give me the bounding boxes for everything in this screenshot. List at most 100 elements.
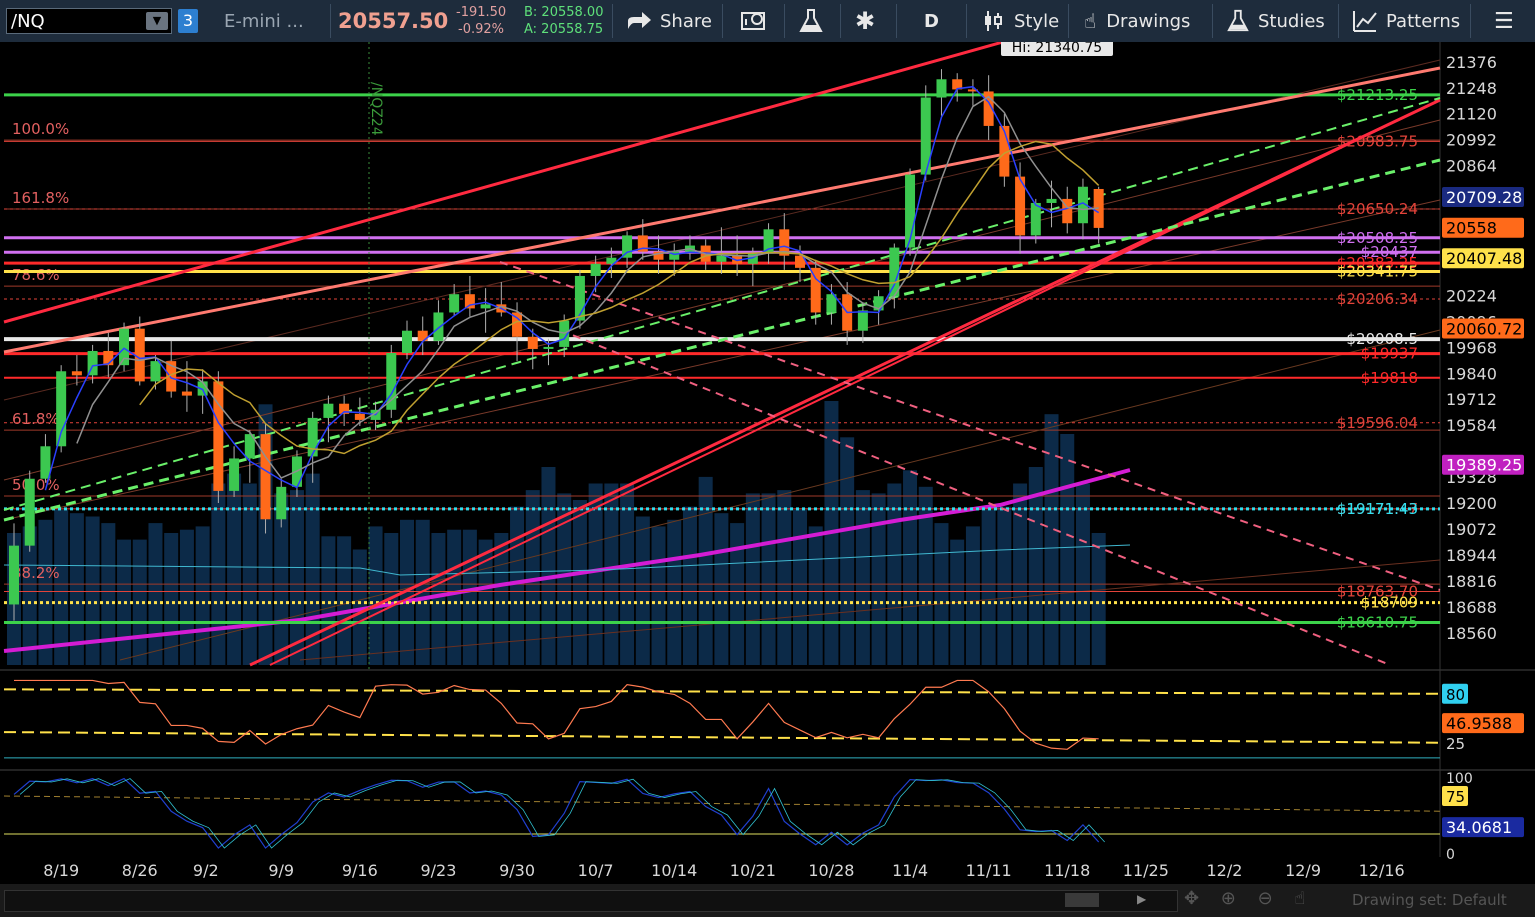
- candle-body: [810, 267, 821, 313]
- volume-bar: [604, 483, 619, 665]
- volume-bar: [242, 483, 257, 665]
- volume-bar: [101, 523, 116, 665]
- candle-body: [1046, 198, 1057, 203]
- candle-body: [433, 312, 444, 341]
- candle-body: [323, 403, 334, 418]
- volume-bar: [635, 516, 650, 665]
- share-label: Share: [660, 10, 712, 32]
- date-tick-label: 9/23: [420, 861, 456, 880]
- price-level-label: $19937: [1361, 345, 1418, 363]
- candle-body: [857, 310, 868, 331]
- status-bar: ▶ ✥ ⊕ ⊖ ☝ Drawing set: Default: [0, 884, 1535, 917]
- price-tick-label: 21248: [1446, 79, 1497, 98]
- volume-bar: [667, 519, 682, 665]
- price-tick-label: 18816: [1446, 572, 1497, 591]
- drawings-button[interactable]: ☝ Drawings: [1084, 0, 1190, 42]
- patterns-label: Patterns: [1386, 10, 1461, 32]
- studies-button[interactable]: Studies: [1226, 0, 1325, 42]
- volume-bar: [997, 506, 1012, 665]
- candle-body: [134, 328, 145, 382]
- flask-icon: [799, 9, 823, 32]
- zoom-tools-icon[interactable]: ✥ ⊕ ⊖ ☝: [1184, 888, 1313, 909]
- candle-body: [590, 263, 601, 276]
- date-tick-label: 11/25: [1123, 861, 1169, 880]
- volume-bar: [761, 493, 776, 665]
- date-tick-label: 9/9: [268, 861, 294, 880]
- chart-area[interactable]: 100.0% 161.8% 78.6% 61.8% 50.0% 38.2% $21213.2…: [0, 42, 1535, 884]
- ask-price: A: 20558.75: [524, 22, 604, 37]
- studies-label: Studies: [1258, 10, 1325, 32]
- candle-icon: [985, 11, 1002, 31]
- price-tick-label: 20864: [1446, 157, 1497, 176]
- volume-bar: [793, 509, 807, 665]
- price-level-label: $20341.75: [1337, 263, 1418, 281]
- date-tick-label: 10/7: [578, 861, 614, 880]
- timeframe-button[interactable]: D: [924, 0, 939, 42]
- toolbar: /NQ ▼ 3 E-mini ... 20557.50 -191.50 -0.9…: [0, 0, 1535, 43]
- snapshot-icon: [741, 12, 765, 30]
- candle-body: [1030, 202, 1041, 236]
- date-tick-label: 8/19: [43, 861, 79, 880]
- volume-bar: [620, 483, 635, 665]
- price-tick-label: 20992: [1446, 131, 1497, 150]
- volume-bar: [337, 536, 352, 665]
- volume-bar: [651, 526, 666, 665]
- candle-body: [56, 371, 67, 447]
- volume-bar: [541, 467, 556, 665]
- dropdown-icon[interactable]: ▼: [146, 12, 168, 30]
- volume-bar: [808, 526, 823, 665]
- gear-icon[interactable]: ✱: [855, 0, 875, 42]
- volume-bar: [934, 523, 949, 665]
- style-label: Style: [1014, 10, 1060, 32]
- price-level-label: $18709: [1361, 594, 1418, 612]
- hand-icon: ☝: [1084, 9, 1097, 33]
- rsi-overbought-label: 80: [1446, 686, 1465, 704]
- price-box-label: 20060.72: [1446, 320, 1522, 339]
- net-change: -191.50: [456, 5, 507, 20]
- flask-button[interactable]: [798, 0, 824, 42]
- horizontal-scrollbar[interactable]: ▶: [4, 890, 1178, 912]
- volume-bar: [211, 483, 226, 665]
- volume-bar: [903, 470, 918, 665]
- volume-bar: [840, 437, 855, 665]
- candle-body: [402, 330, 412, 354]
- volume-bar: [164, 533, 179, 665]
- volume-bar: [38, 519, 53, 665]
- candle-body: [527, 336, 538, 349]
- volume-bar: [871, 493, 886, 665]
- period-marker-label: /NQZ24: [368, 82, 384, 136]
- flask-icon: [1227, 9, 1249, 32]
- patterns-icon: [1353, 11, 1377, 32]
- volume-bar: [730, 523, 745, 665]
- volume-bar: [745, 493, 760, 665]
- snapshot-button[interactable]: [740, 0, 768, 42]
- patterns-button[interactable]: Patterns: [1352, 0, 1460, 42]
- candle-body: [229, 458, 240, 491]
- style-button[interactable]: Style: [982, 0, 1059, 42]
- last-price: 20557.50: [338, 9, 449, 33]
- price-box-label: 19389.25: [1446, 456, 1522, 475]
- volume-bar: [54, 509, 69, 665]
- symbol-input[interactable]: /NQ ▼: [6, 8, 172, 34]
- share-button[interactable]: Share: [626, 0, 712, 42]
- date-tick-label: 12/9: [1285, 861, 1321, 880]
- bid-price: B: 20558.00: [524, 5, 604, 20]
- menu-icon[interactable]: ☰: [1494, 0, 1514, 42]
- candle-body: [763, 229, 774, 254]
- volume-bar: [1060, 434, 1075, 665]
- candle-body: [936, 79, 947, 98]
- rsi-value-label: 46.9588: [1446, 714, 1512, 733]
- date-tick-label: 11/18: [1044, 861, 1090, 880]
- candle-body: [480, 304, 491, 309]
- scrollbar-thumb[interactable]: [1065, 893, 1099, 907]
- price-level-label: $20983.75: [1337, 132, 1418, 150]
- scroll-right-icon[interactable]: ▶: [1137, 892, 1146, 906]
- hi-label: Hi: 21340.75: [1012, 42, 1102, 56]
- price-box-label: 20709.28: [1446, 188, 1522, 207]
- candle-body: [9, 545, 19, 605]
- date-tick-label: 10/14: [651, 861, 697, 880]
- price-level-label: $19171.43: [1337, 500, 1418, 518]
- volume-bar: [148, 523, 163, 665]
- volume-bar: [415, 519, 430, 665]
- link-group-badge[interactable]: 3: [178, 9, 198, 33]
